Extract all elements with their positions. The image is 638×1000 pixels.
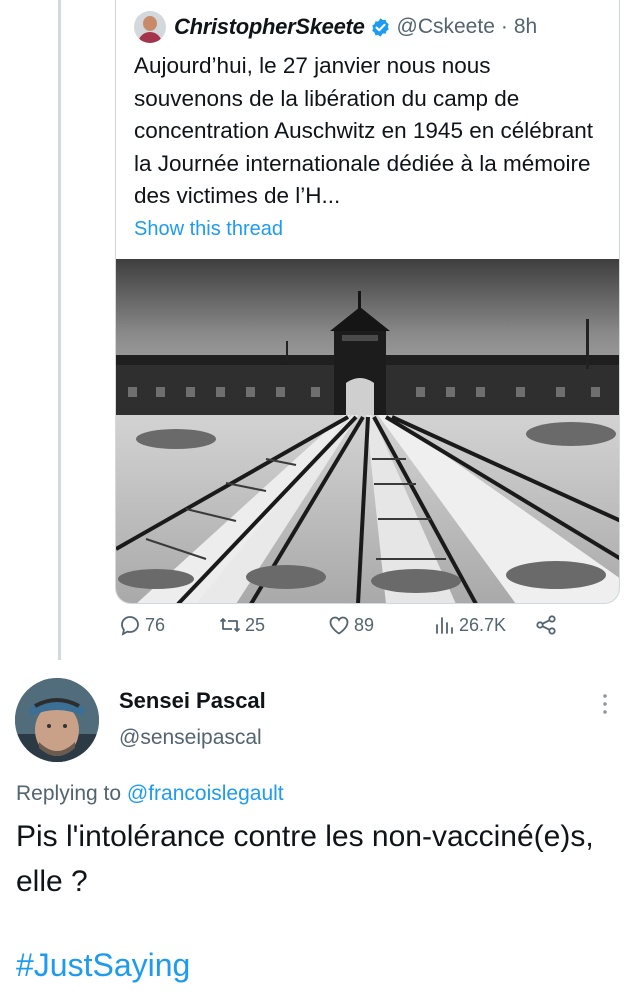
retweet-count: 25 — [245, 614, 266, 635]
share-button[interactable] — [534, 613, 561, 637]
quoted-tweet-time[interactable]: 8h — [514, 15, 537, 39]
reply-tweet[interactable]: Sensei Pascal @senseipascal Replying to … — [0, 664, 638, 1000]
photo-railway-gate[interactable] — [116, 259, 620, 604]
reply-count: 76 — [145, 614, 166, 635]
quoted-tweet-action-bar: 76 25 89 26.7K — [0, 613, 638, 643]
replying-to-line: Replying to @francoislegault — [16, 782, 284, 806]
heart-icon — [329, 616, 349, 635]
reply-button[interactable]: 76 — [118, 613, 165, 637]
retweet-icon — [219, 618, 241, 632]
share-icon — [536, 615, 556, 635]
hashtag-link[interactable]: #JustSaying — [16, 947, 190, 984]
header-separator: · — [500, 15, 508, 38]
replying-to-mention[interactable]: @francoislegault — [127, 782, 284, 805]
quoted-author-avatar[interactable] — [134, 11, 166, 43]
like-count: 89 — [354, 614, 375, 635]
views-count: 26.7K — [459, 614, 507, 635]
replying-prefix: Replying to — [16, 782, 122, 805]
more-vertical-icon[interactable] — [598, 692, 612, 716]
reply-tweet-text: Pis l'intolérance contre les non-vacciné… — [16, 820, 594, 898]
retweet-button[interactable]: 25 — [218, 613, 265, 637]
quoted-author-name[interactable]: ChristopherSkeete — [174, 14, 365, 40]
thread-connector-line — [58, 0, 61, 660]
reply-author-avatar[interactable] — [15, 678, 99, 762]
avatar-photo — [15, 678, 99, 762]
reply-author-handle[interactable]: @senseipascal — [119, 726, 262, 750]
quoted-tweet-card[interactable]: ChristopherSkeete @Cskeete · 8h Aujourd’… — [115, 0, 620, 604]
views-button[interactable]: 26.7K — [432, 613, 506, 637]
like-button[interactable]: 89 — [327, 613, 374, 637]
quoted-author-handle[interactable]: @Cskeete — [397, 15, 495, 39]
views-icon — [436, 617, 453, 634]
quoted-tweet-header: ChristopherSkeete @Cskeete · 8h — [134, 10, 537, 44]
quoted-tweet-text: Aujourd’hui, le 27 janvier nous nous sou… — [134, 53, 594, 208]
show-thread-link[interactable]: Show this thread — [134, 218, 283, 241]
reply-icon — [121, 616, 139, 636]
reply-author-name[interactable]: Sensei Pascal — [119, 688, 266, 714]
verified-badge-icon — [371, 17, 389, 37]
